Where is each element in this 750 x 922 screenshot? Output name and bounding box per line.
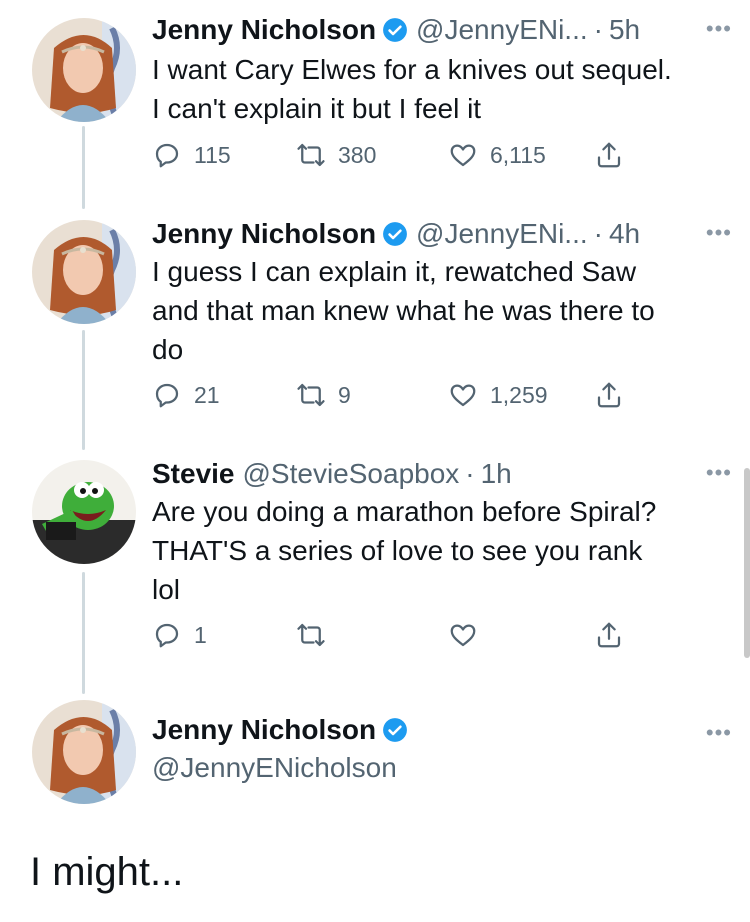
share-button[interactable] bbox=[594, 380, 624, 410]
author-handle[interactable]: @StevieSoapbox bbox=[243, 458, 460, 490]
retweet-icon bbox=[297, 623, 325, 647]
tweet-actions: 1 bbox=[152, 620, 642, 654]
tweet-text-line: do bbox=[152, 334, 184, 365]
reply-button[interactable]: 115 bbox=[152, 140, 231, 170]
tweet[interactable]: Stevie @StevieSoapbox · 1h ••• Are you d… bbox=[0, 452, 750, 672]
more-icon[interactable]: ••• bbox=[706, 220, 732, 246]
avatar-jenny[interactable] bbox=[32, 700, 136, 804]
tweet-header: Jenny Nicholson @JennyENi... · 4h bbox=[152, 212, 740, 256]
reply-button[interactable]: 1 bbox=[152, 620, 207, 650]
timestamp[interactable]: 5h bbox=[609, 14, 640, 46]
share-icon bbox=[597, 622, 621, 648]
focused-tweet-text: I might... bbox=[30, 850, 184, 894]
tweet-text-line: I guess I can explain it, rewatched Saw bbox=[152, 256, 637, 287]
author-handle[interactable]: @JennyENicholson bbox=[152, 752, 397, 784]
like-button[interactable]: 6,115 bbox=[448, 140, 546, 170]
timestamp[interactable]: 1h bbox=[481, 458, 512, 490]
author-name[interactable]: Jenny Nicholson bbox=[152, 714, 376, 746]
avatar-jenny[interactable] bbox=[32, 18, 136, 122]
tweet-text-line: and that man knew what he was there to bbox=[152, 295, 655, 326]
like-button[interactable]: 1,259 bbox=[448, 380, 548, 410]
like-icon bbox=[450, 144, 476, 167]
more-icon[interactable]: ••• bbox=[706, 16, 732, 42]
share-icon bbox=[597, 142, 621, 168]
author-handle[interactable]: @JennyENi... bbox=[416, 218, 588, 250]
like-count: 6,115 bbox=[490, 141, 546, 168]
reply-icon bbox=[155, 623, 179, 648]
tweet-actions: 21 9 1,259 bbox=[152, 380, 642, 414]
share-icon bbox=[597, 382, 621, 408]
reply-count: 115 bbox=[194, 141, 231, 168]
like-icon bbox=[450, 624, 476, 647]
retweet-button[interactable] bbox=[296, 620, 338, 650]
verified-badge-icon bbox=[382, 17, 408, 43]
more-icon[interactable]: ••• bbox=[706, 460, 732, 486]
retweet-count: 9 bbox=[338, 381, 351, 408]
tweet-text: I want Cary Elwes for a knives out seque… bbox=[152, 50, 730, 128]
author-name[interactable]: Jenny Nicholson bbox=[152, 14, 376, 46]
tweet-header: Jenny Nicholson @JennyENi... · 5h bbox=[152, 8, 740, 52]
tweet-text-line: I want Cary Elwes for a knives out seque… bbox=[152, 54, 672, 85]
avatar-jenny[interactable] bbox=[32, 220, 136, 324]
tweet-text-line: THAT'S a series of love to see you rank bbox=[152, 535, 643, 566]
retweet-count: 380 bbox=[338, 141, 377, 168]
focused-tweet[interactable]: Jenny Nicholson @JennyENicholson ••• bbox=[0, 700, 750, 820]
separator-dot: · bbox=[593, 218, 603, 249]
retweet-button[interactable]: 380 bbox=[296, 140, 376, 170]
retweet-icon bbox=[297, 143, 325, 167]
author-name[interactable]: Jenny Nicholson bbox=[152, 218, 376, 250]
reply-count: 21 bbox=[194, 381, 220, 408]
tweet[interactable]: Jenny Nicholson @JennyENi... · 4h ••• I … bbox=[0, 212, 750, 432]
tweet-text-line: Are you doing a marathon before Spiral? bbox=[152, 496, 657, 527]
like-count: 1,259 bbox=[490, 381, 548, 408]
reply-icon bbox=[155, 143, 179, 168]
timestamp[interactable]: 4h bbox=[609, 218, 640, 250]
like-icon bbox=[450, 384, 476, 407]
focused-tweet-header: Jenny Nicholson bbox=[152, 714, 408, 746]
avatar-image bbox=[32, 700, 136, 804]
share-button[interactable] bbox=[594, 140, 624, 170]
avatar-image bbox=[32, 460, 136, 564]
more-icon[interactable]: ••• bbox=[706, 720, 732, 746]
avatar-image bbox=[32, 220, 136, 324]
retweet-icon bbox=[297, 383, 325, 407]
retweet-button[interactable]: 9 bbox=[296, 380, 351, 410]
verified-badge-icon bbox=[382, 221, 408, 247]
tweet-text: Are you doing a marathon before Spiral? … bbox=[152, 492, 730, 609]
reply-icon bbox=[155, 383, 179, 408]
tweet-text: I guess I can explain it, rewatched Saw … bbox=[152, 252, 730, 369]
reply-button[interactable]: 21 bbox=[152, 380, 220, 410]
scrollbar[interactable] bbox=[744, 468, 750, 658]
share-button[interactable] bbox=[594, 620, 624, 650]
like-button[interactable] bbox=[448, 620, 490, 650]
separator-dot: · bbox=[465, 458, 475, 489]
tweet-text-line: lol bbox=[152, 574, 181, 605]
reply-count: 1 bbox=[194, 621, 207, 648]
author-handle[interactable]: @JennyENi... bbox=[416, 14, 588, 46]
tweet-header: Stevie @StevieSoapbox · 1h bbox=[152, 452, 740, 496]
avatar-stevie[interactable] bbox=[32, 460, 136, 564]
author-name[interactable]: Stevie bbox=[152, 458, 235, 490]
tweet-text-line: I can't explain it but I feel it bbox=[152, 93, 482, 124]
tweet[interactable]: Jenny Nicholson @JennyENi... · 5h ••• I … bbox=[0, 8, 750, 188]
avatar-image bbox=[32, 18, 136, 122]
tweet-actions: 115 380 6,115 bbox=[152, 140, 642, 174]
verified-badge-icon bbox=[382, 717, 408, 743]
separator-dot: · bbox=[593, 14, 603, 45]
